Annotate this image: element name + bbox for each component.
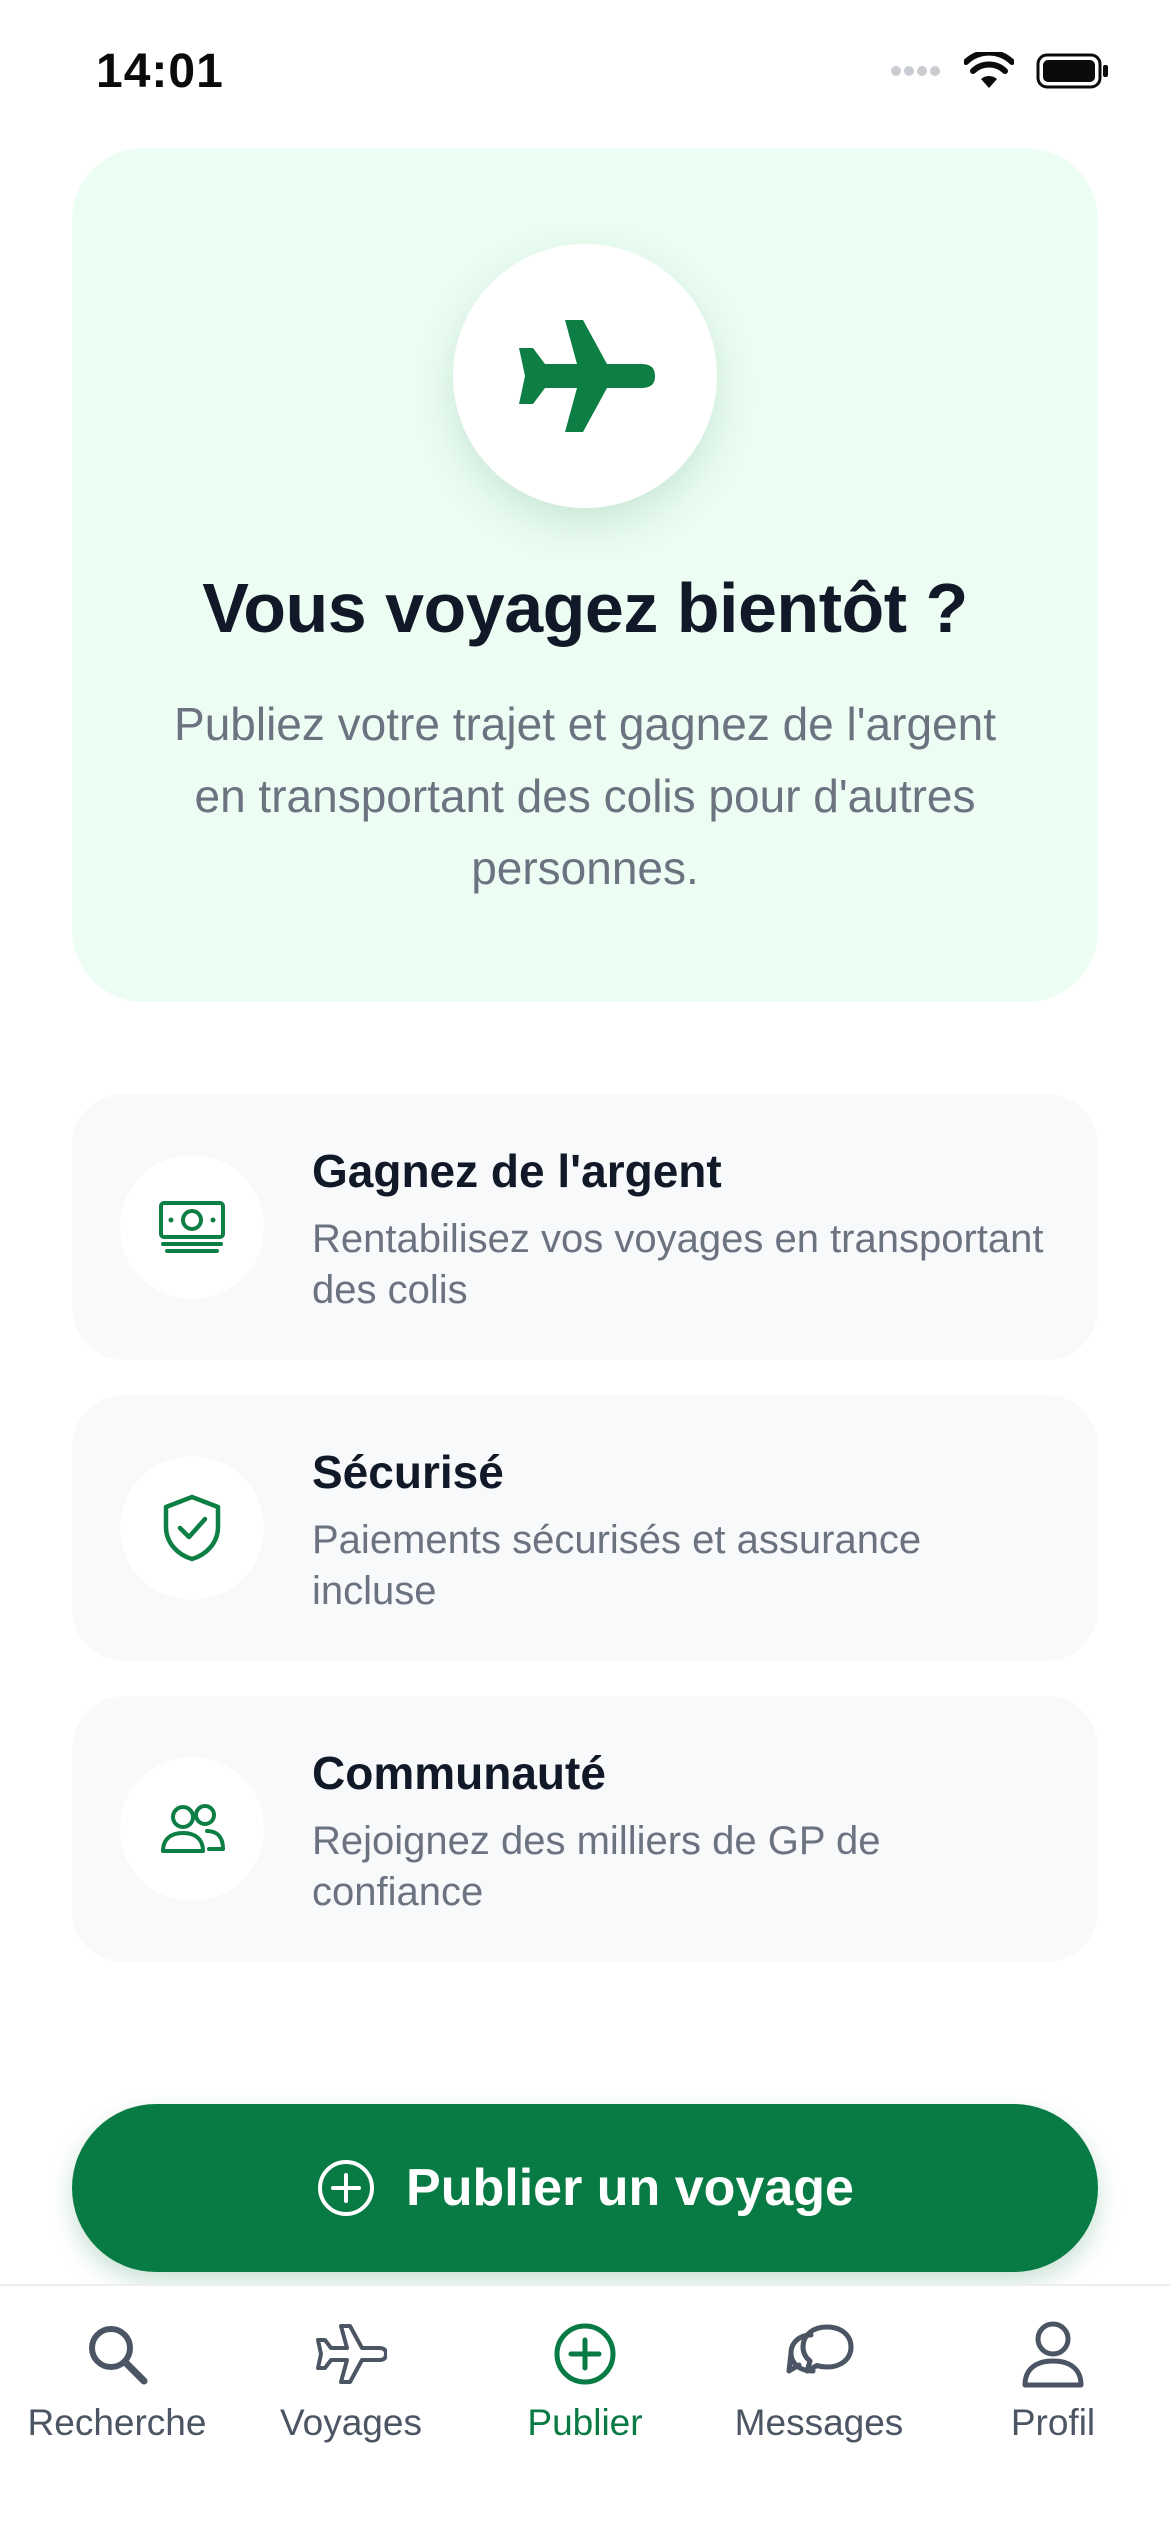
airplane-icon: [316, 2324, 387, 2384]
tab-voyages[interactable]: Voyages: [234, 2316, 468, 2476]
feature-description: Rejoignez des milliers de GP de confianc…: [312, 1819, 881, 1914]
status-time: 14:01: [96, 45, 224, 98]
airplane-icon: [519, 320, 655, 432]
search-icon: [89, 2326, 148, 2385]
publish-trip-button-label: Publier un voyage: [406, 2159, 854, 2217]
hero-title: Vous voyagez bientôt ?: [202, 569, 968, 647]
feature-description: Rentabilisez vos voyages en transportant…: [312, 1217, 1044, 1312]
tab-label: Profil: [1010, 2402, 1096, 2443]
wifi-icon: [964, 52, 1014, 88]
bottom-tab-bar: Recherche Voyages Publier Messages Profi…: [0, 2284, 1170, 2532]
feature-icon-circle: [120, 1456, 264, 1600]
users-icon: [161, 1804, 225, 1853]
tab-recherche[interactable]: Recherche: [0, 2316, 234, 2476]
plus-circle-icon: [554, 2323, 616, 2385]
chat-bubbles-icon: [786, 2324, 854, 2374]
hero-icon-circle: [453, 244, 717, 508]
tab-profil[interactable]: Profil: [936, 2316, 1170, 2476]
publish-screen: 14:01 Vous voyagez bientôt ? Publiez vot…: [0, 0, 1170, 2532]
status-bar: 14:01: [0, 0, 1170, 140]
feature-title: Sécurisé: [312, 1446, 504, 1498]
feature-card-community: Communauté Rejoignez des milliers de GP …: [72, 1696, 1098, 1962]
person-icon: [1022, 2321, 1084, 2388]
money-icon: [159, 1201, 225, 1253]
tab-publier[interactable]: Publier: [468, 2316, 702, 2476]
publish-trip-button[interactable]: Publier un voyage: [72, 2104, 1098, 2272]
shield-check-icon: [163, 1494, 221, 1562]
status-icons: [890, 52, 1110, 90]
feature-card-earn: Gagnez de l'argent Rentabilisez vos voya…: [72, 1094, 1098, 1360]
signal-icon: [891, 66, 940, 76]
tab-label: Messages: [734, 2402, 904, 2443]
feature-icon-circle: [120, 1757, 264, 1901]
hero-card: Vous voyagez bientôt ? Publiez votre tra…: [72, 148, 1098, 1002]
feature-description: Paiements sécurisés et assurance incluse: [312, 1518, 922, 1613]
plus-circle-icon: [318, 2160, 375, 2216]
feature-icon-circle: [120, 1155, 264, 1299]
tab-label: Publier: [527, 2402, 643, 2443]
feature-title: Communauté: [312, 1747, 606, 1799]
battery-icon: [1036, 53, 1108, 89]
feature-card-secure: Sécurisé Paiements sécurisés et assuranc…: [72, 1395, 1098, 1661]
tab-label: Voyages: [280, 2402, 422, 2443]
hero-subtitle: Publiez votre trajet et gagnez de l'arge…: [174, 698, 996, 894]
tab-label: Recherche: [27, 2402, 207, 2443]
feature-title: Gagnez de l'argent: [312, 1145, 722, 1197]
tab-messages[interactable]: Messages: [702, 2316, 936, 2476]
